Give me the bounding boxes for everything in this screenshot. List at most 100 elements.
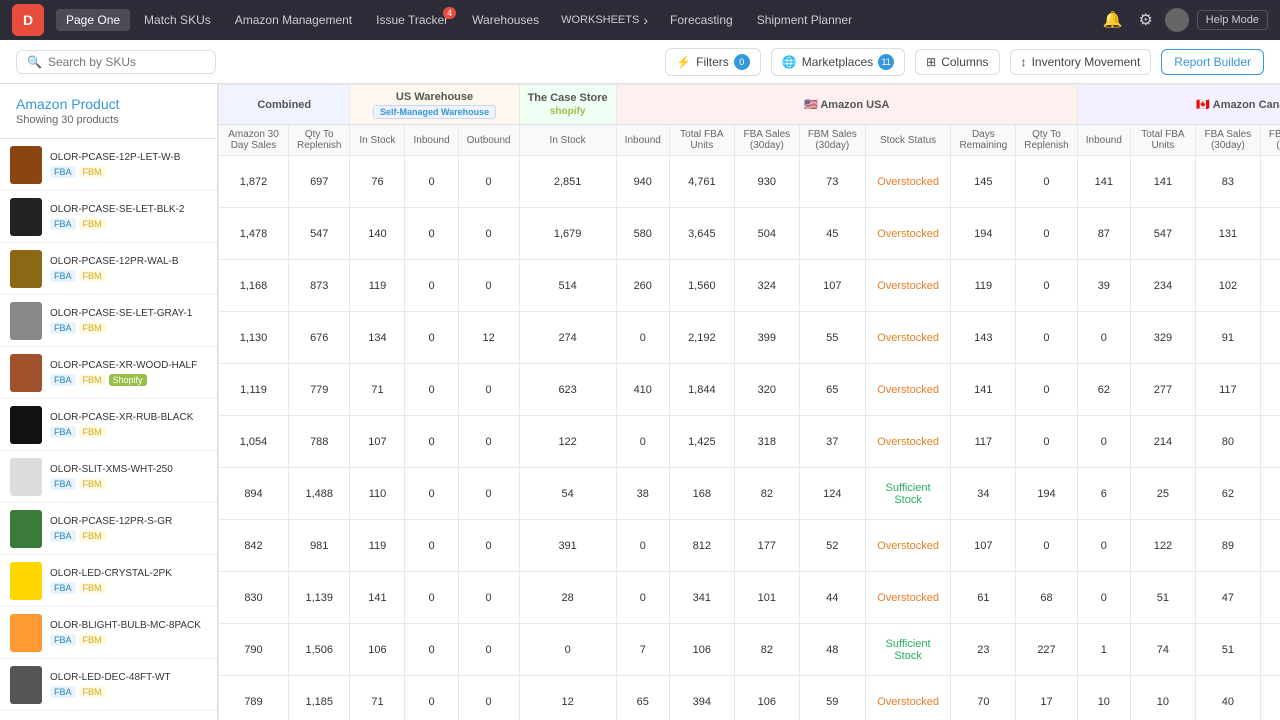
table-cell: 320 [734,364,799,416]
table-cell: 504 [734,208,799,260]
product-row[interactable]: OLOR-PCASE-12PR-WAL-BFBAFBM [0,243,217,295]
table-cell: 0 [1016,520,1077,572]
table-cell: 68 [1016,572,1077,624]
col-us-instock: In Stock [350,125,405,156]
nav-item-forecasting[interactable]: Forecasting [660,9,743,31]
product-row[interactable]: OLOR-SLIT-XMS-WHT-250FBAFBM [0,451,217,503]
table-cell: 4,761 [669,156,734,208]
table-cell: 74 [1130,624,1195,676]
table-cell: 141 [951,364,1016,416]
notification-bell-icon[interactable]: 🔔 [1099,6,1127,34]
table-row: 1,11977971006234101,84432065Overstocked1… [219,364,1280,416]
table-cell: 399 [734,312,799,364]
table-cell: 107 [799,260,865,312]
product-sidebar-title: Amazon Product [16,96,201,112]
table-cell: 56 [1260,520,1280,572]
table-cell: 55 [799,312,865,364]
table-cell: 812 [669,520,734,572]
us-warehouse-header: US Warehouse Self-Managed Warehouse [350,85,519,125]
col-ca-totalfba: Total FBAUnits [1130,125,1195,156]
table-cell: 194 [1016,468,1077,520]
columns-button[interactable]: ⊞ Columns [915,49,999,75]
nav-item-warehouses[interactable]: Warehouses [462,9,549,31]
inventory-movement-button[interactable]: ↕ Inventory Movement [1010,49,1152,75]
product-name: OLOR-PCASE-XR-WOOD-HALF [50,360,207,371]
table-row: 1,0547881070012201,42531837Overstocked11… [219,416,1280,468]
col-case-instock: In Stock [519,125,616,156]
app-logo[interactable]: D [12,4,44,36]
product-row[interactable]: OLOR-PCASE-12P-LET-W-BFBAFBM [0,139,217,191]
help-mode-button[interactable]: Help Mode [1197,10,1268,30]
table-cell: 676 [289,312,350,364]
product-name: OLOR-LED-DEC-48FT-WT [50,672,207,683]
col-usa-status: Stock Status [865,125,951,156]
product-row[interactable]: OLOR-PCASE-12PR-S-GRFBAFBM [0,503,217,555]
table-cell: 25 [1130,468,1195,520]
settings-gear-icon[interactable]: ⚙ [1134,6,1156,34]
report-builder-button[interactable]: Report Builder [1161,49,1264,75]
nav-item-page-one[interactable]: Page One [56,9,130,31]
table-cell: 0 [1077,416,1130,468]
table-cell: 547 [289,208,350,260]
search-icon: 🔍 [27,55,42,69]
product-row[interactable]: OLOR-PCASE-XR-RUB-BLACKFBAFBM [0,399,217,451]
marketplaces-button[interactable]: 🌐 Marketplaces 11 [771,48,905,76]
table-cell: 50 [1260,624,1280,676]
filters-button[interactable]: ⚡ Filters 0 [665,48,761,76]
table-cell: 324 [734,260,799,312]
product-row[interactable]: OLOR-PCASE-SE-LET-GRAY-1FBAFBM [0,295,217,347]
product-thumbnail [10,146,42,184]
table-cell: 7 [616,624,669,676]
table-cell: 1,679 [519,208,616,260]
col-usa-days: DaysRemaining [951,125,1016,156]
nav-item-worksheets[interactable]: WORKSHEETS › [553,8,656,32]
search-box[interactable]: 🔍 [16,50,216,74]
search-input[interactable] [48,55,205,69]
product-name: OLOR-PCASE-12PR-WAL-B [50,256,207,267]
table-cell: 0 [1016,156,1077,208]
product-tag: FBM [79,374,106,386]
nav-item-shipment-planner[interactable]: Shipment Planner [747,9,862,31]
table-cell: Overstocked [865,520,951,572]
product-tag: FBM [79,582,106,594]
product-tag: FBA [50,582,76,594]
product-tag: FBM [79,270,106,282]
product-name: OLOR-LED-CRYSTAL-2PK [50,568,207,579]
table-cell: 547 [1130,208,1195,260]
product-row[interactable]: OLOR-BLIGHT-BULB-MC-8PACKFBAFBM [0,607,217,659]
product-row[interactable]: OLOR-PCASE-SE-LET-BLK-2FBAFBM [0,191,217,243]
table-cell: 117 [1195,364,1260,416]
table-cell: 1,130 [219,312,289,364]
table-cell: 73 [1260,208,1280,260]
table-cell: 45 [799,208,865,260]
table-cell: 0 [458,624,519,676]
table-cell: 0 [519,624,616,676]
table-cell: 51 [1130,572,1195,624]
table-cell: Overstocked [865,260,951,312]
product-row[interactable]: OLOR-PCASE-XR-WOOD-HALFFBAFBMShopify [0,347,217,399]
nav-item-issue-tracker[interactable]: Issue Tracker 4 [366,9,458,31]
chevron-right-icon: › [643,12,648,28]
nav-item-amazon-management[interactable]: Amazon Management [225,9,362,31]
product-tag: FBM [79,426,106,438]
product-name: OLOR-BLIGHT-BULB-MC-8PACK [50,620,207,631]
nav-item-match-skus[interactable]: Match SKUs [134,9,221,31]
table-cell: 2,851 [519,156,616,208]
product-thumbnail [10,250,42,288]
product-row[interactable]: OLOR-LED-CRYSTAL-2PK FBAFBM [0,555,217,607]
product-row[interactable]: OLOR-LED-DEC-48FT-WTFBAFBM [0,659,217,711]
table-cell: 0 [1077,572,1130,624]
issue-tracker-badge: 4 [443,7,456,19]
table-cell: 102 [1195,260,1260,312]
table-cell: 1,488 [289,468,350,520]
table-cell: 91 [1195,312,1260,364]
table-cell: 168 [669,468,734,520]
table-cell: 28 [519,572,616,624]
table-cell: 134 [350,312,405,364]
table-cell: 0 [405,676,458,720]
col-usa-totalfba: Total FBAUnits [669,125,734,156]
table-cell: Overstocked [865,676,951,720]
table-cell: 17 [1016,676,1077,720]
product-tag: FBA [50,166,76,178]
table-cell: 0 [458,468,519,520]
